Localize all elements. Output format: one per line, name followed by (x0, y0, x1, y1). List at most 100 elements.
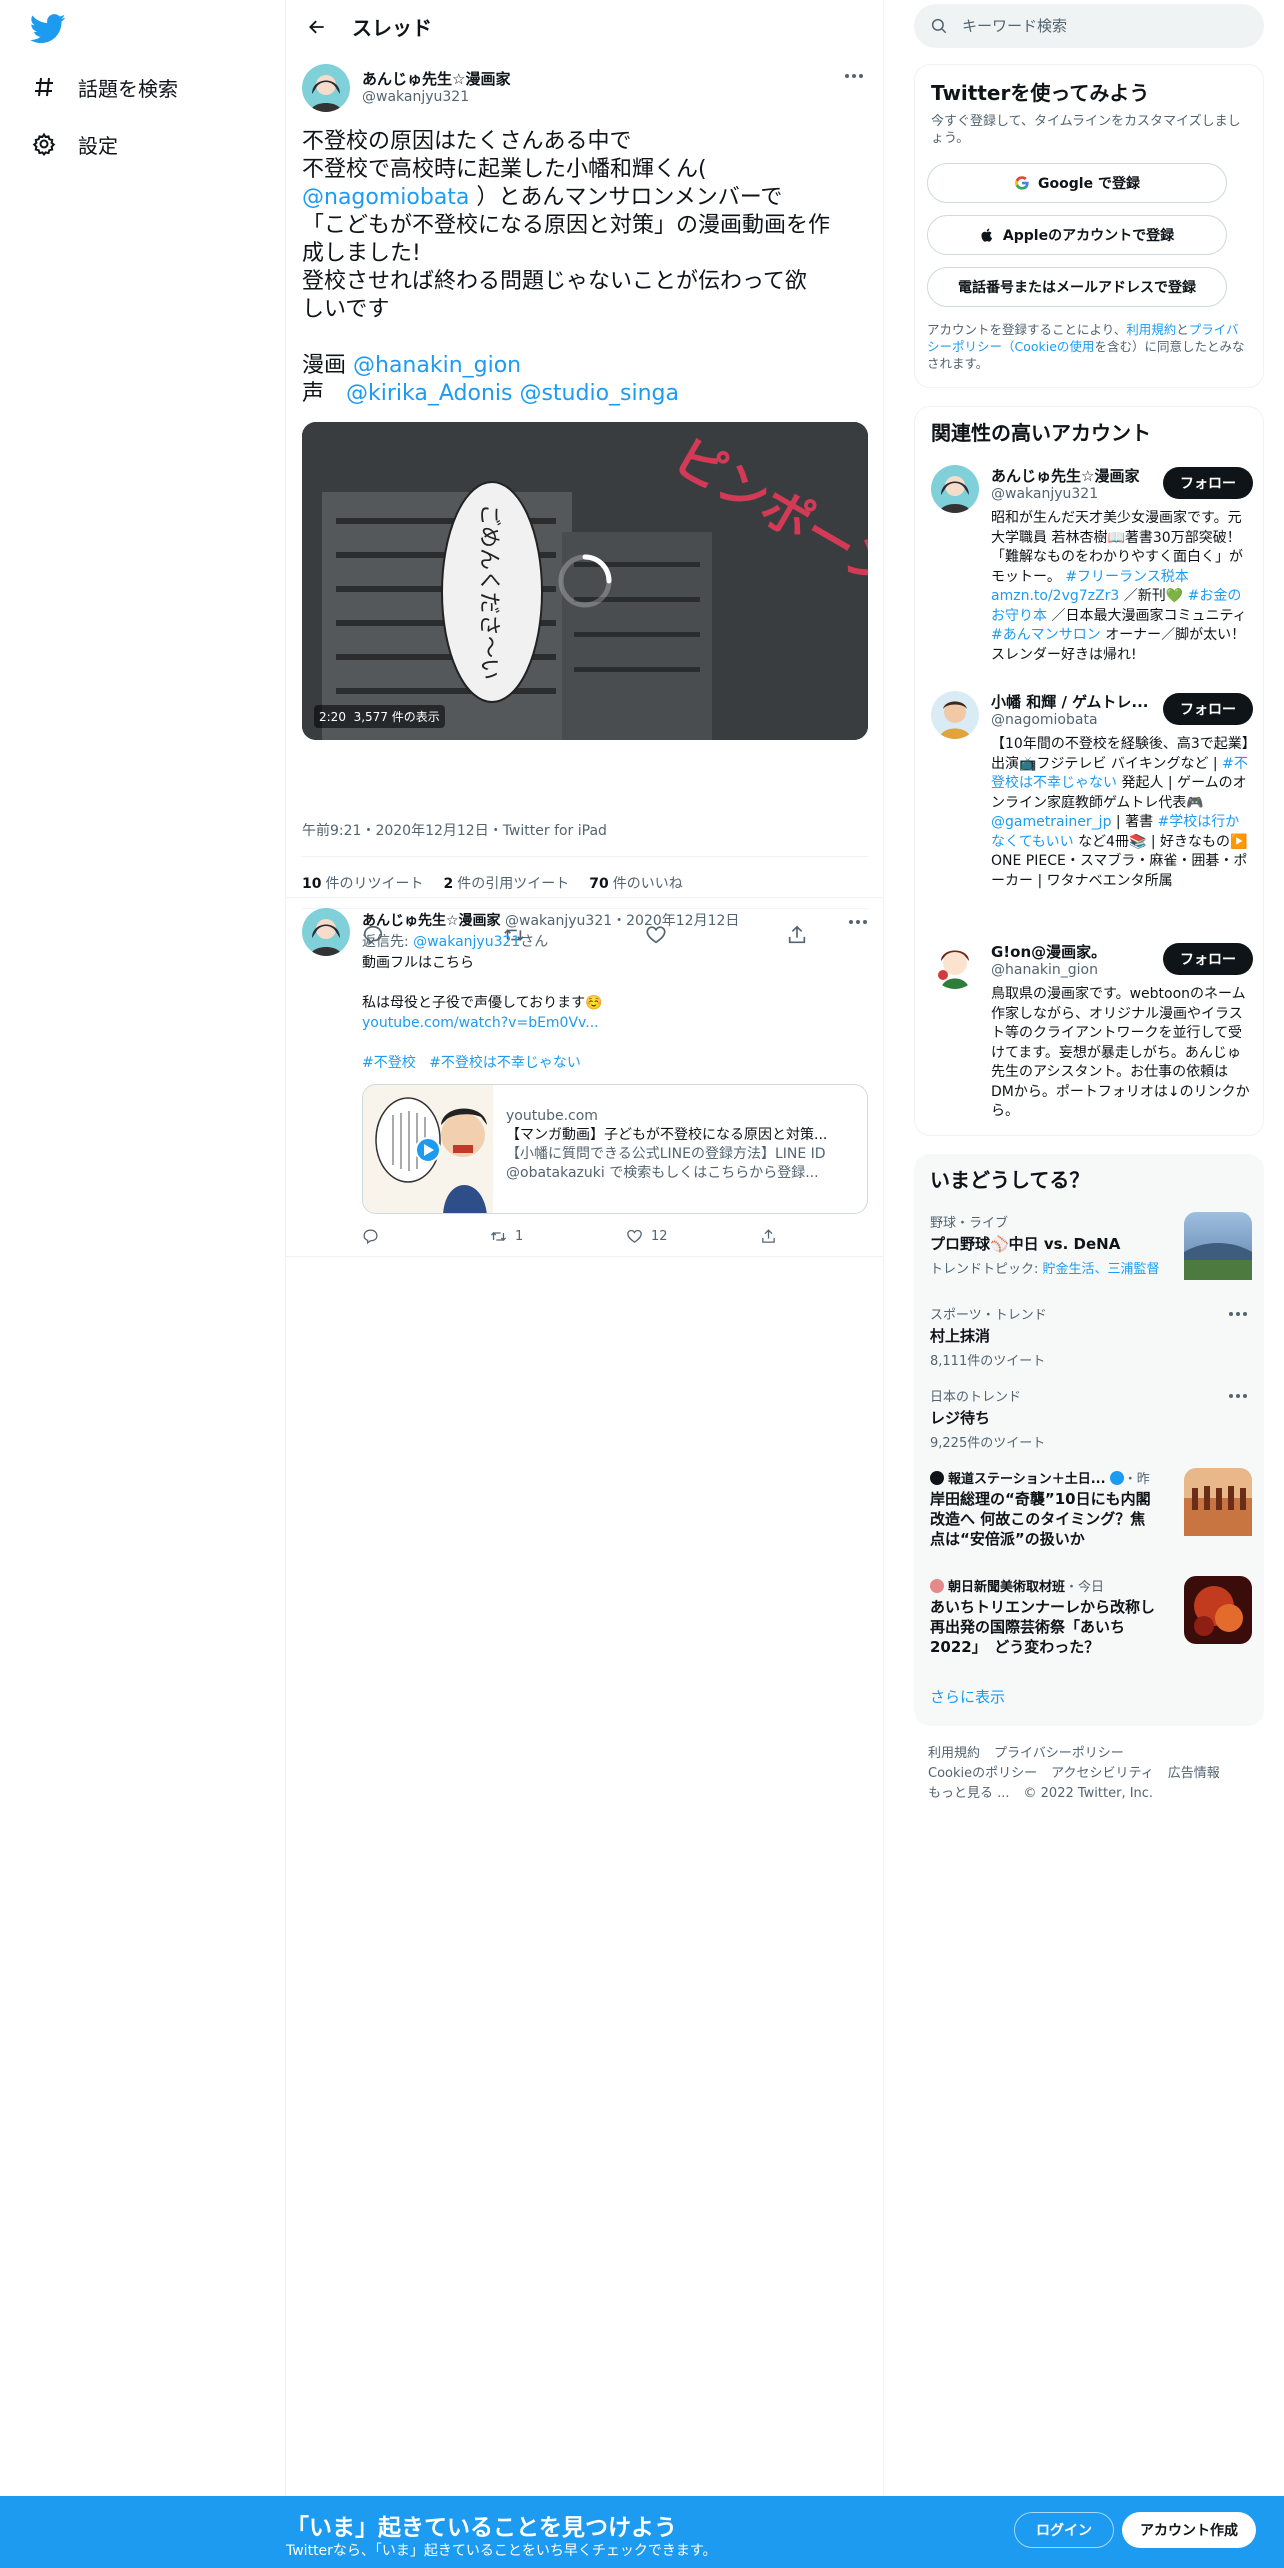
hashtag-link[interactable]: #不登校 (362, 1055, 416, 1071)
nav-settings[interactable]: 設定 (30, 122, 118, 166)
footer-link[interactable]: 利用規約 (928, 1746, 980, 1761)
share-icon (762, 1228, 775, 1243)
video-player[interactable]: ごめんくださ〜い ピンポーン 2:20 3,577 件の表示 (302, 422, 868, 740)
reply-button[interactable] (362, 1228, 490, 1245)
trends-title: いまどうしてる？ (930, 1168, 1090, 1192)
hashtag-link[interactable]: #不登校は不幸じゃない (429, 1055, 581, 1071)
more-options-icon[interactable] (846, 912, 870, 932)
card-text: youtube.com 【マンガ動画】子どもが不登校になる原因と対策... 【小… (506, 1107, 858, 1183)
more-options-icon[interactable] (842, 66, 866, 86)
account-name[interactable]: 小幡 和輝 / ゲムトレ... (991, 691, 1151, 712)
reply-tweet[interactable]: あんじゅ先生☆漫画家 @wakanjyu321・2020年12月12日 返信先:… (286, 897, 884, 1257)
news-item[interactable]: 朝日新聞美術取材班・今日 あいちトリエンナーレから改称し再出発の国際芸術祭「あい… (930, 1576, 1252, 1672)
show-more-link[interactable]: さらに表示 (930, 1686, 1005, 1707)
twitter-logo-icon[interactable] (29, 14, 66, 46)
account-bio: 昭和が生んだ天才美少女漫画家です。元大学職員 若林杏樹📖著書30万部突破！「難解… (991, 510, 1247, 663)
avatar[interactable] (931, 465, 979, 513)
mention-link[interactable]: @kirika_Adonis (346, 381, 512, 406)
back-button[interactable] (300, 10, 334, 44)
account-handle[interactable]: @nagomiobata (991, 712, 1098, 728)
footer-more-link[interactable]: もっと見る ... (928, 1786, 1010, 1801)
google-icon (1014, 175, 1030, 191)
tweet-line: 成しました! (302, 241, 421, 266)
mention-link[interactable]: @studio_singa (519, 381, 679, 406)
login-button[interactable]: ログイン (1014, 2512, 1114, 2548)
search-input[interactable] (962, 17, 1232, 35)
account-handle[interactable]: @wakanjyu321 (991, 486, 1098, 502)
tweet-text: 不登校の原因はたくさんある中で 不登校で高校時に起業した小幡和輝くん(@nagom… (302, 128, 868, 408)
signup-button[interactable]: アカウント作成 (1122, 2512, 1256, 2548)
verified-badge-icon (1109, 1471, 1124, 1485)
terms-link[interactable]: 利用規約 (1126, 322, 1176, 337)
more-options-icon[interactable] (1226, 1304, 1250, 1324)
link-card[interactable]: youtube.com 【マンガ動画】子どもが不登校になる原因と対策... 【小… (362, 1084, 868, 1214)
follow-button[interactable]: フォロー (1163, 943, 1253, 975)
source-avatar-icon (930, 1471, 944, 1485)
nav-explore[interactable]: 話題を検索 (30, 65, 178, 109)
apple-signup-button[interactable]: Appleのアカウントで登録 (927, 215, 1227, 255)
footer-link[interactable]: 広告情報 (1168, 1766, 1220, 1781)
retweet-count[interactable]: 10 件のリツイート (302, 873, 423, 893)
author-handle[interactable]: @wakanjyu321 (362, 89, 469, 105)
author-name[interactable]: あんじゅ先生☆漫画家 (362, 913, 501, 929)
account-item[interactable]: あんじゅ先生☆漫画家 @wakanjyu321 フォロー 昭和が生んだ天才美少女… (931, 465, 1253, 685)
avatar[interactable] (931, 941, 979, 989)
reply-to: 返信先: @wakanjyu321さん (362, 934, 549, 950)
retweet-icon (490, 1231, 507, 1241)
youtube-link[interactable]: youtube.com/watch?v=bEm0Vv... (362, 1013, 603, 1033)
trend-item[interactable]: スポーツ・トレンド 村上抹消 8,111件のツイート (930, 1304, 1250, 1369)
related-title: 関連性の高いアカウント (931, 421, 1151, 445)
page-title: スレッド (352, 16, 432, 40)
phone-email-signup-button[interactable]: 電話番号またはメールアドレスで登録 (927, 267, 1227, 307)
footer-link[interactable]: アクセシビリティ (1051, 1766, 1154, 1781)
gear-icon (30, 130, 58, 158)
signup-terms: アカウントを登録することにより、利用規約とプライバシーポリシー（Cookieの使… (927, 322, 1245, 371)
tweet-line: しいです (302, 297, 390, 322)
mention-link[interactable]: @nagomiobata (302, 185, 469, 210)
author-name[interactable]: あんじゅ先生☆漫画家 (362, 68, 510, 89)
tweet-line: 不登校で高校時に起業した小幡和輝くん( (302, 157, 707, 182)
news-item[interactable]: 報道ステーション＋土日... ・昨夜 岸田総理の“奇襲”10日にも内閣改造へ 何… (930, 1468, 1252, 1564)
related-accounts: 関連性の高いアカウント あんじゅ先生☆漫画家 @wakanjyu321 フォロー… (914, 406, 1264, 1136)
search-box[interactable] (914, 4, 1264, 48)
main-column: スレッド あんじゅ先生☆漫画家 @wakanjyu321 不登校の原因はたくさん… (286, 0, 884, 2568)
mention-link[interactable]: @hanakin_gion (353, 353, 521, 378)
copyright: © 2022 Twitter, Inc. (1023, 1786, 1154, 1801)
account-item[interactable]: G!on@漫画家。 @hanakin_gion フォロー 鳥取県の漫画家です。w… (931, 941, 1253, 1121)
trend-item[interactable]: 野球・ライブ プロ野球⚾️中日 vs. DeNA トレンドトピック: 貯金生活、… (930, 1212, 1252, 1292)
author-handle[interactable]: @wakanjyu321 (505, 913, 612, 929)
left-nav: 話題を検索 設定 (0, 0, 286, 2568)
quote-count[interactable]: 2 件の引用ツイート (443, 873, 569, 893)
retweet-button[interactable]: 1 (490, 1228, 626, 1245)
follow-button[interactable]: フォロー (1163, 693, 1253, 725)
account-handle[interactable]: @hanakin_gion (991, 962, 1098, 978)
account-name[interactable]: G!on@漫画家。 (991, 941, 1151, 962)
footer-link[interactable]: プライバシーポリシー (994, 1746, 1124, 1761)
more-options-icon[interactable] (1226, 1386, 1250, 1406)
like-button[interactable]: 12 (626, 1228, 760, 1245)
tweet-timestamp[interactable]: 午前9:21・2020年12月12日・Twitter for iPad (302, 820, 607, 840)
footer-link[interactable]: Cookieのポリシー (928, 1766, 1037, 1781)
reply-header: あんじゅ先生☆漫画家 @wakanjyu321・2020年12月12日 (362, 910, 739, 930)
mention-link[interactable]: @wakanjyu321 (413, 934, 520, 950)
heart-icon (627, 1229, 642, 1243)
footer: 利用規約 プライバシーポリシー Cookieのポリシー アクセシビリティ 広告情報 も… (928, 1744, 1248, 1804)
share-button[interactable] (760, 1228, 777, 1245)
like-count[interactable]: 70 件のいいね (589, 873, 682, 893)
bottom-bar-subtitle: Twitterなら、「いま」起きていることをいち早くチェックできます。 (286, 2543, 717, 2559)
video-frame: ごめんくださ〜い ピンポーン (302, 422, 868, 740)
source-avatar-icon (930, 1579, 944, 1593)
trends-box: いまどうしてる？ 野球・ライブ プロ野球⚾️中日 vs. DeNA トレンドトピ… (914, 1154, 1264, 1726)
account-name[interactable]: あんじゅ先生☆漫画家 (991, 465, 1151, 486)
card-domain: youtube.com (506, 1108, 598, 1124)
account-item[interactable]: 小幡 和輝 / ゲムトレ... @nagomiobata フォロー 【10年間の… (931, 691, 1253, 921)
google-signup-button[interactable]: Google で登録 (927, 163, 1227, 203)
card-title: 【マンガ動画】子どもが不登校になる原因と対策... (506, 1127, 828, 1143)
tweet-line: 「こどもが不登校になる原因と対策」の漫画動画を作 (302, 213, 831, 238)
avatar[interactable] (302, 64, 350, 112)
reply-date[interactable]: ・2020年12月12日 (612, 913, 739, 929)
avatar[interactable] (931, 691, 979, 739)
follow-button[interactable]: フォロー (1163, 467, 1253, 499)
trend-item[interactable]: 日本のトレンド レジ待ち 9,225件のツイート (930, 1386, 1250, 1451)
avatar[interactable] (302, 908, 350, 956)
